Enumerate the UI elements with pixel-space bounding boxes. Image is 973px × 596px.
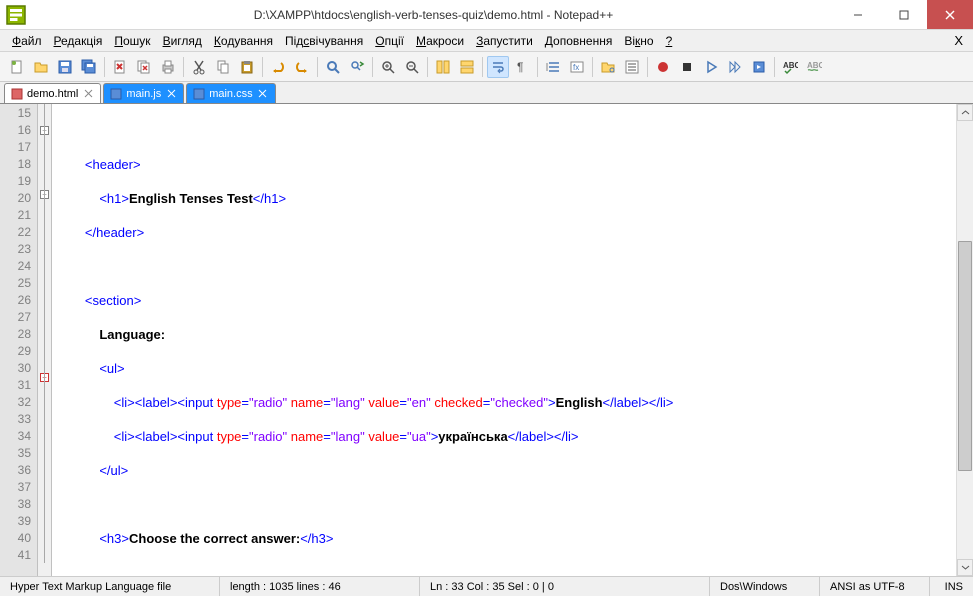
save-macro-icon[interactable]	[748, 56, 770, 78]
menu-macros[interactable]: Макроси	[410, 32, 470, 50]
mdi-close-icon[interactable]: X	[954, 33, 963, 48]
folder-view-icon[interactable]	[597, 56, 619, 78]
tab-label: demo.html	[27, 88, 78, 100]
menu-options[interactable]: Опції	[369, 32, 410, 50]
save-all-icon[interactable]	[78, 56, 100, 78]
menu-file[interactable]: Файл	[6, 32, 48, 50]
scrollbar-track[interactable]	[957, 121, 973, 559]
status-lang: Hyper Text Markup Language file	[0, 577, 220, 596]
menu-view[interactable]: Вигляд	[157, 32, 208, 50]
menu-plugins[interactable]: Доповнення	[539, 32, 619, 50]
vertical-scrollbar[interactable]	[956, 104, 973, 576]
status-eol: Dos\Windows	[710, 577, 820, 596]
tab-close-icon[interactable]	[257, 88, 269, 100]
function-list-icon[interactable]	[621, 56, 643, 78]
line-number-gutter: 1516171819202122232425262728293031323334…	[0, 104, 38, 576]
stop-macro-icon[interactable]	[676, 56, 698, 78]
maximize-button[interactable]	[881, 0, 927, 29]
menu-search[interactable]: Пошук	[108, 32, 156, 50]
spellcheck-icon[interactable]: ABC	[779, 56, 801, 78]
tab-label: main.css	[209, 88, 252, 100]
new-file-icon[interactable]	[6, 56, 28, 78]
zoom-out-icon[interactable]	[401, 56, 423, 78]
titlebar: D:\XAMPP\htdocs\english-verb-tenses-quiz…	[0, 0, 973, 30]
status-encoding: ANSI as UTF-8	[820, 577, 930, 596]
menu-window[interactable]: Вікно	[618, 32, 659, 50]
user-lang-icon[interactable]: fx	[566, 56, 588, 78]
file-saved-icon	[110, 88, 122, 100]
tab-main-css[interactable]: main.css	[186, 83, 275, 103]
tab-demo-html[interactable]: demo.html	[4, 83, 101, 103]
menu-launch[interactable]: Запустити	[470, 32, 539, 50]
paste-icon[interactable]	[236, 56, 258, 78]
svg-text:ABC: ABC	[807, 61, 822, 70]
replace-icon[interactable]	[346, 56, 368, 78]
redo-icon[interactable]	[291, 56, 313, 78]
indent-guide-icon[interactable]	[542, 56, 564, 78]
file-saved-icon	[193, 88, 205, 100]
copy-icon[interactable]	[212, 56, 234, 78]
scroll-down-icon[interactable]	[957, 559, 973, 576]
menu-syntax[interactable]: Підсвічування	[279, 32, 369, 50]
show-all-chars-icon[interactable]: ¶	[511, 56, 533, 78]
cut-icon[interactable]	[188, 56, 210, 78]
scrollbar-thumb[interactable]	[958, 241, 972, 471]
menubar: Файл Редакція Пошук Вигляд Кодування Під…	[0, 30, 973, 52]
close-button[interactable]	[927, 0, 973, 29]
scroll-up-icon[interactable]	[957, 104, 973, 121]
play-macro-icon[interactable]	[700, 56, 722, 78]
tab-close-icon[interactable]	[82, 88, 94, 100]
record-macro-icon[interactable]	[652, 56, 674, 78]
tab-close-icon[interactable]	[165, 88, 177, 100]
print-icon[interactable]	[157, 56, 179, 78]
sync-v-icon[interactable]	[432, 56, 454, 78]
app-icon	[4, 3, 28, 27]
tab-label: main.js	[126, 88, 161, 100]
menu-edit[interactable]: Редакція	[48, 32, 109, 50]
statusbar: Hyper Text Markup Language file length :…	[0, 576, 973, 596]
fold-gutter[interactable]: − − −	[38, 104, 52, 576]
minimize-button[interactable]	[835, 0, 881, 29]
code-area[interactable]: <header> <h1>English Tenses Test</h1> </…	[52, 104, 956, 576]
zoom-in-icon[interactable]	[377, 56, 399, 78]
file-modified-icon	[11, 88, 23, 100]
svg-text:¶: ¶	[517, 60, 523, 74]
undo-icon[interactable]	[267, 56, 289, 78]
svg-text:fx: fx	[573, 63, 579, 72]
menu-help[interactable]: ?	[660, 32, 679, 50]
toolbar: ¶ fx ABC ABC	[0, 52, 973, 82]
status-position: Ln : 33 Col : 35 Sel : 0 | 0	[420, 577, 710, 596]
menu-encoding[interactable]: Кодування	[208, 32, 279, 50]
close-all-icon[interactable]	[133, 56, 155, 78]
wordwrap-icon[interactable]	[487, 56, 509, 78]
find-icon[interactable]	[322, 56, 344, 78]
save-icon[interactable]	[54, 56, 76, 78]
spellcheck-off-icon[interactable]: ABC	[803, 56, 825, 78]
tabbar: demo.html main.js main.css	[0, 82, 973, 104]
open-file-icon[interactable]	[30, 56, 52, 78]
close-file-icon[interactable]	[109, 56, 131, 78]
play-multi-icon[interactable]	[724, 56, 746, 78]
status-length: length : 1035 lines : 46	[220, 577, 420, 596]
status-mode: INS	[930, 577, 973, 596]
editor[interactable]: 1516171819202122232425262728293031323334…	[0, 104, 973, 576]
sync-h-icon[interactable]	[456, 56, 478, 78]
window-title: D:\XAMPP\htdocs\english-verb-tenses-quiz…	[32, 8, 835, 22]
tab-main-js[interactable]: main.js	[103, 83, 184, 103]
